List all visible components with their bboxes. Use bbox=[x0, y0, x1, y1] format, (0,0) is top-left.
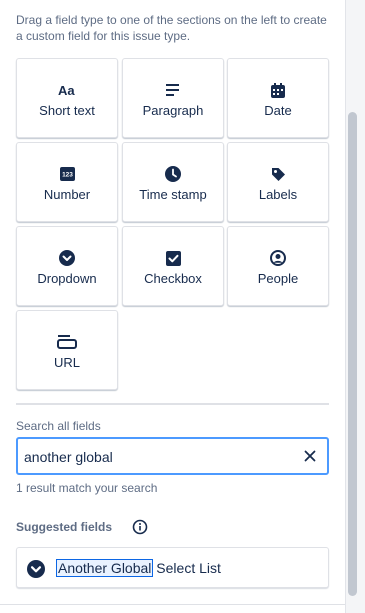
suggested-field-rest: Select List bbox=[152, 560, 221, 576]
field-type-paragraph[interactable]: Paragraph bbox=[122, 58, 224, 138]
scrollbar-thumb[interactable] bbox=[348, 112, 357, 596]
field-type-url[interactable]: URL bbox=[16, 310, 118, 390]
field-type-label: Number bbox=[43, 187, 91, 202]
suggested-field-item[interactable]: Another Global Select List bbox=[16, 547, 329, 588]
field-type-short-text[interactable]: Aa Short text bbox=[16, 58, 118, 138]
field-type-label: People bbox=[257, 271, 299, 286]
chevron-circle-icon bbox=[17, 249, 117, 267]
field-type-labels[interactable]: Labels bbox=[227, 142, 329, 222]
link-icon bbox=[17, 333, 117, 351]
tag-icon bbox=[228, 165, 328, 183]
calendar-icon bbox=[228, 81, 328, 99]
bottom-divider bbox=[0, 604, 345, 605]
suggested-field-name: Another Global Select List bbox=[55, 559, 221, 577]
field-type-time-stamp[interactable]: Time stamp bbox=[122, 142, 224, 222]
info-icon[interactable] bbox=[132, 519, 148, 535]
field-type-label: Time stamp bbox=[139, 187, 207, 202]
field-type-people[interactable]: People bbox=[227, 226, 329, 306]
field-type-label: Short text bbox=[39, 103, 95, 118]
search-match-highlight: Another Global bbox=[55, 559, 154, 577]
field-type-date[interactable]: Date bbox=[227, 58, 329, 138]
svg-text:Aa: Aa bbox=[58, 83, 75, 97]
search-label: Search all fields bbox=[16, 419, 101, 433]
search-field[interactable] bbox=[16, 437, 329, 475]
number-icon: 123 bbox=[17, 165, 117, 183]
search-result-count: 1 result match your search bbox=[16, 481, 158, 495]
field-type-label: Date bbox=[264, 103, 292, 118]
field-type-label: Dropdown bbox=[37, 271, 97, 286]
field-type-label: Labels bbox=[258, 187, 298, 202]
field-type-checkbox[interactable]: Checkbox bbox=[122, 226, 224, 306]
person-icon bbox=[228, 249, 328, 267]
suggested-fields-heading: Suggested fields bbox=[16, 520, 113, 534]
field-type-dropdown[interactable]: Dropdown bbox=[16, 226, 118, 306]
clock-icon bbox=[123, 165, 223, 183]
section-divider bbox=[16, 403, 329, 405]
field-type-number[interactable]: 123 Number bbox=[16, 142, 118, 222]
checkbox-icon bbox=[123, 249, 223, 267]
close-icon bbox=[304, 450, 316, 462]
short-text-icon: Aa bbox=[17, 81, 117, 99]
field-type-label: Paragraph bbox=[142, 103, 204, 118]
search-input[interactable] bbox=[24, 447, 294, 467]
paragraph-icon bbox=[123, 81, 223, 99]
clear-search-button[interactable] bbox=[301, 447, 319, 465]
panel-description: Drag a field type to one of the sections… bbox=[16, 13, 327, 43]
field-type-panel: Drag a field type to one of the sections… bbox=[0, 0, 346, 613]
svg-text:123: 123 bbox=[62, 172, 73, 179]
field-type-label: URL bbox=[53, 355, 80, 370]
chevron-circle-icon bbox=[27, 560, 45, 578]
field-type-label: Checkbox bbox=[144, 271, 202, 286]
